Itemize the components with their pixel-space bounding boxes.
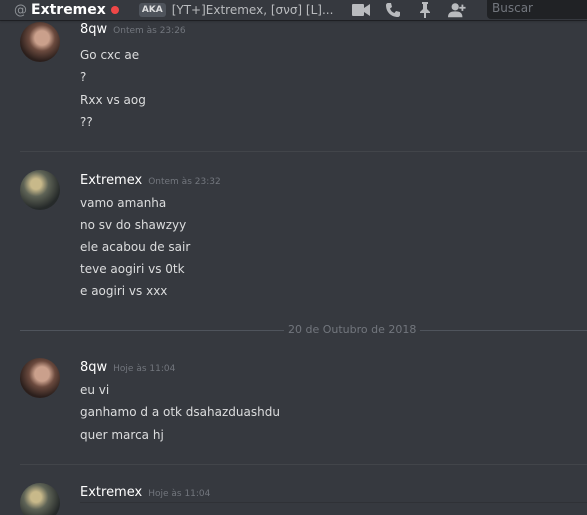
- date-divider-label: 20 de Outubro de 2018: [284, 323, 421, 337]
- channel-name[interactable]: Extremex: [31, 2, 106, 18]
- voice-call-icon[interactable]: [384, 1, 402, 19]
- avatar[interactable]: [20, 22, 60, 62]
- avatar[interactable]: [20, 483, 60, 515]
- message-text: teve aogiri vs 0tk: [80, 262, 185, 276]
- date-divider: 20 de Outubro de 2018: [20, 323, 587, 337]
- message-timestamp: Ontem às 23:26: [113, 26, 186, 36]
- message-text: ?: [80, 70, 87, 84]
- header-toolbar: [352, 0, 480, 20]
- message-text: eu vi: [80, 383, 110, 397]
- author-name[interactable]: Extremex: [80, 173, 142, 188]
- author-name[interactable]: Extremex: [80, 485, 142, 500]
- message-text: vamo amanha: [80, 196, 167, 210]
- dm-window: @ Extremex AKA [YT+]Extremex, [σνσ] [L].…: [0, 0, 587, 515]
- message-text: no sv do shawzyy: [80, 218, 187, 232]
- author-name[interactable]: 8qw: [80, 22, 107, 37]
- message-text: Rxx vs aog: [80, 93, 146, 107]
- add-friend-icon[interactable]: [448, 1, 466, 19]
- message-text: Go cxc ae: [80, 48, 140, 62]
- avatar[interactable]: [20, 358, 60, 398]
- message-input-edge: [80, 502, 587, 503]
- message-text: ??: [80, 115, 93, 129]
- nicknames-text[interactable]: [YT+]Extremex, [σνσ] [L]...: [172, 3, 334, 17]
- message-separator: [20, 464, 587, 465]
- message-text: ganhamo d a otk dsahazduashdu: [80, 405, 280, 419]
- message-timestamp: Ontem às 23:32: [148, 177, 221, 187]
- message-author[interactable]: 8qw Hoje às 11:04: [80, 360, 175, 375]
- message-list[interactable]: 8qw Ontem às 23:26 Go cxc ae ? Rxx vs aog…: [0, 20, 587, 515]
- message-timestamp: Hoje às 11:04: [148, 489, 211, 499]
- status-indicator: [110, 6, 119, 14]
- video-call-icon[interactable]: [352, 1, 370, 19]
- message-author[interactable]: Extremex Ontem às 23:32: [80, 173, 221, 188]
- message-author[interactable]: Extremex Hoje às 11:04: [80, 485, 210, 500]
- message-text: quer marca hj: [80, 428, 164, 442]
- message-author[interactable]: 8qw Ontem às 23:26: [80, 22, 186, 37]
- message-text: e aogiri vs xxx: [80, 284, 168, 298]
- search-input[interactable]: Buscar: [487, 0, 587, 19]
- pin-icon[interactable]: [416, 1, 434, 19]
- message-timestamp: Hoje às 11:04: [113, 364, 176, 374]
- aka-badge: AKA: [138, 3, 166, 17]
- avatar[interactable]: [20, 170, 60, 210]
- author-name[interactable]: 8qw: [80, 360, 107, 375]
- channel-header: @ Extremex AKA [YT+]Extremex, [σνσ] [L].…: [0, 0, 587, 20]
- message-text: ele acabou de sair: [80, 240, 191, 254]
- message-separator: [20, 151, 587, 152]
- at-symbol: @: [14, 2, 27, 18]
